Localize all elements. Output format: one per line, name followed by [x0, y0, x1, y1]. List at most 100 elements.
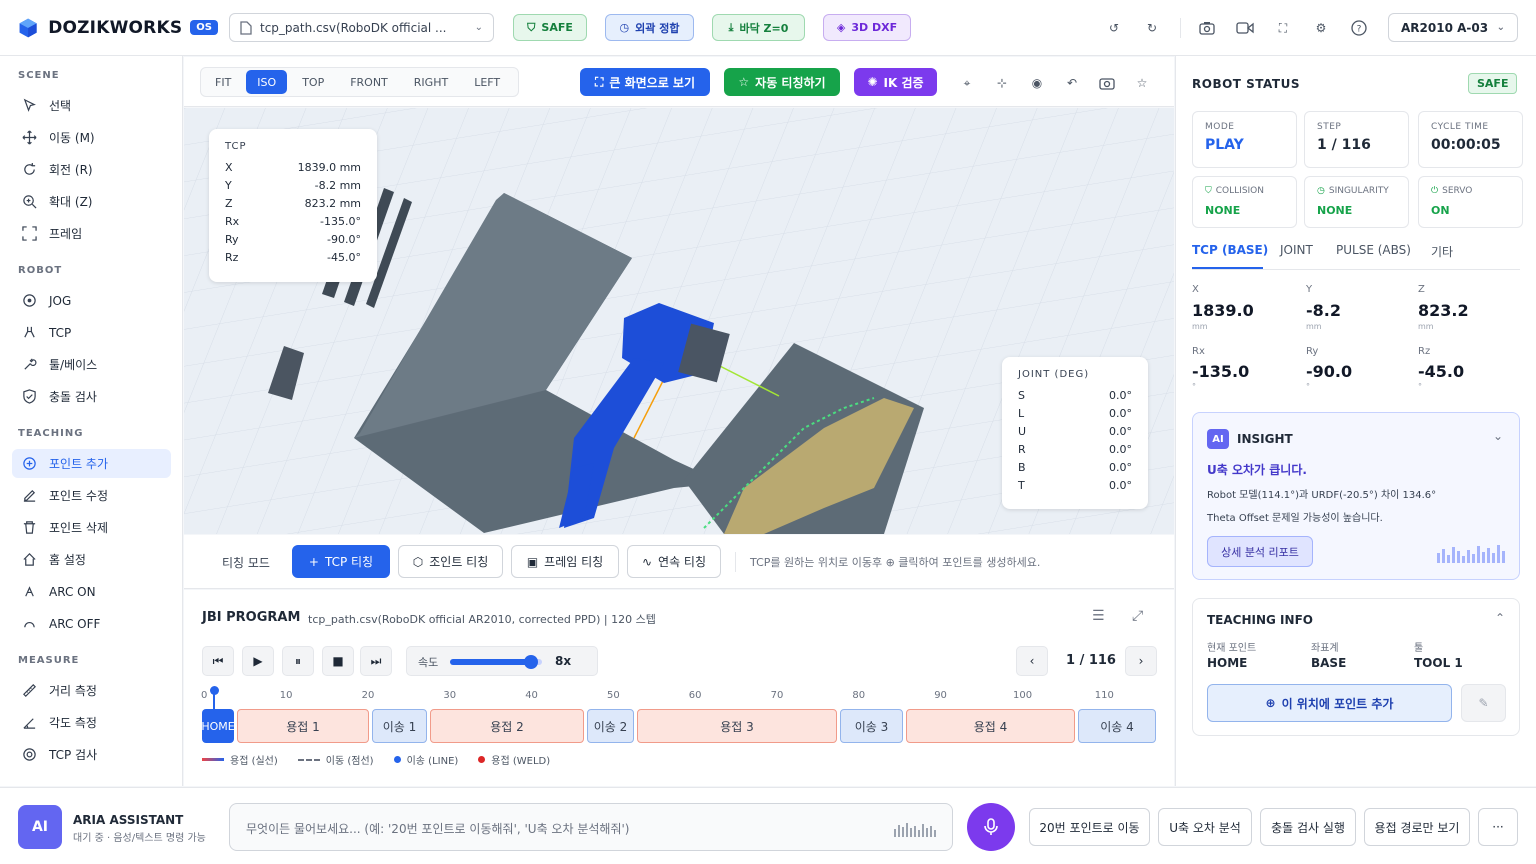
fullscreen-button[interactable]: ⛶ 큰 화면으로 보기	[580, 68, 710, 96]
tab-joint[interactable]: JOINT	[1280, 243, 1313, 257]
continuous-teach-button[interactable]: ∿ 연속 티칭	[627, 545, 721, 578]
chevron-up-icon[interactable]: ⌃	[1495, 611, 1505, 625]
tab-iso[interactable]: ISO	[246, 70, 288, 94]
segment-weld-4[interactable]: 용접 4	[906, 709, 1075, 743]
sidebar-item-arc-on[interactable]: ARC ON	[12, 577, 171, 606]
tab-fit[interactable]: FIT	[204, 70, 242, 94]
sidebar-item-home[interactable]: 홈 설정	[12, 545, 171, 574]
undo-icon[interactable]: ↺	[1103, 17, 1125, 39]
tab-tcp-base[interactable]: TCP (BASE)	[1192, 243, 1268, 257]
list-icon[interactable]: ☰	[1092, 608, 1105, 624]
robot-status-title: ROBOT STATUS	[1192, 77, 1300, 91]
segment-move-2[interactable]: 이송 2	[587, 709, 634, 743]
quick-u-axis-analysis[interactable]: U축 오차 분석	[1158, 808, 1252, 846]
expand-icon[interactable]: ⤢	[1132, 608, 1143, 624]
3d-viewport[interactable]: TCP X 1839.0 mm Y -8.2 mm Z 823.2 mm Rx -135…	[184, 108, 1174, 534]
camera-icon[interactable]	[1098, 74, 1116, 92]
sidebar-item-edit-point[interactable]: 포인트 수정	[12, 481, 171, 510]
redo-icon[interactable]: ↻	[1141, 17, 1163, 39]
sidebar-item-arc-off[interactable]: ARC OFF	[12, 609, 171, 638]
frame-teach-button[interactable]: ▣ 프레임 티칭	[511, 545, 619, 578]
segment-weld-3[interactable]: 용접 3	[637, 709, 837, 743]
sidebar-item-jog[interactable]: JOG	[12, 286, 171, 315]
auto-teach-button[interactable]: ☆ 자동 티칭하기	[724, 68, 840, 96]
legend-red-dot	[478, 756, 486, 763]
sidebar-item-distance[interactable]: 거리 측정	[12, 676, 171, 705]
play-button[interactable]: ▶	[242, 646, 274, 676]
tab-right[interactable]: RIGHT	[403, 70, 459, 94]
sidebar-item-select[interactable]: 선택	[12, 91, 171, 120]
undo-view-icon[interactable]: ↶	[1063, 74, 1081, 92]
tab-other[interactable]: 기타	[1431, 243, 1453, 260]
tab-top[interactable]: TOP	[291, 70, 335, 94]
robot-select[interactable]: AR2010 A-03 ⌄	[1388, 13, 1518, 42]
stop-button[interactable]: ■	[322, 646, 354, 676]
segment-move-1[interactable]: 이송 1	[372, 709, 427, 743]
segment-home[interactable]: HOME	[201, 709, 235, 743]
ik-verify-button[interactable]: ✺ IK 검증	[854, 68, 937, 96]
locate-icon[interactable]: ⊹	[993, 74, 1011, 92]
prev-step-button[interactable]: ‹	[1016, 646, 1048, 676]
expand-icon[interactable]: ⛶	[1272, 17, 1294, 39]
quick-goto-point-20[interactable]: 20번 포인트로 이동	[1029, 808, 1150, 846]
sidebar-item-frame[interactable]: 프레임	[12, 219, 171, 248]
clock-icon: ◷	[619, 21, 630, 34]
outline-align-pill[interactable]: ◷ 외곽 정합	[605, 14, 694, 41]
segment-move-4[interactable]: 이송 4	[1078, 709, 1156, 743]
sidebar-item-move[interactable]: 이동 (M)	[12, 123, 171, 152]
coord-rz: -45.0	[1418, 362, 1465, 381]
chevron-down-icon[interactable]: ⌄	[1493, 429, 1503, 443]
more-button[interactable]: ···	[1478, 808, 1518, 846]
shield-icon: ⛉	[1205, 186, 1212, 196]
step-forward-button[interactable]: ⏭	[360, 646, 392, 676]
teach-mode-label: 티칭 모드	[222, 556, 270, 570]
sidebar-item-collision[interactable]: 충돌 검사	[12, 382, 171, 411]
speed-slider-fill	[450, 659, 531, 665]
sidebar-item-add-point[interactable]: 포인트 추가	[12, 449, 171, 478]
tab-left[interactable]: LEFT	[463, 70, 511, 94]
joint-row: L 0.0°	[1018, 406, 1132, 420]
next-step-button[interactable]: ›	[1125, 646, 1157, 676]
tcp-teach-button[interactable]: + TCP 티칭	[292, 545, 390, 578]
microphone-button[interactable]	[967, 803, 1015, 851]
sidebar-item-tcp-check[interactable]: TCP 검사	[12, 740, 171, 769]
tab-pulse-abs[interactable]: PULSE (ABS)	[1336, 243, 1411, 257]
quick-collision-check[interactable]: 충돌 검사 실행	[1260, 808, 1356, 846]
sidebar-item-delete-point[interactable]: 포인트 삭제	[12, 513, 171, 542]
sidebar-item-tcp[interactable]: TCP	[12, 318, 171, 347]
eye-icon[interactable]: ◉	[1028, 74, 1046, 92]
segment-weld-2[interactable]: 용접 2	[430, 709, 584, 743]
assistant-input[interactable]: 무엇이든 물어보세요... (예: '20번 포인트로 이동해줘', 'U축 오…	[229, 803, 953, 851]
speed-slider[interactable]	[450, 655, 542, 669]
safe-pill[interactable]: ⛉ SAFE	[513, 14, 587, 41]
gear-icon[interactable]: ⚙	[1310, 17, 1332, 39]
sidebar-item-zoom[interactable]: 확대 (Z)	[12, 187, 171, 216]
file-select[interactable]: tcp_path.csv(RoboDK official ... ⌄	[229, 13, 494, 42]
dxf-pill[interactable]: ◈ 3D DXF	[823, 14, 911, 41]
segment-weld-1[interactable]: 용접 1	[237, 709, 369, 743]
star-icon[interactable]: ☆	[1133, 74, 1151, 92]
edit-point-button[interactable]: ✎	[1461, 684, 1506, 722]
skip-start-button[interactable]: ⏮	[202, 646, 234, 676]
crosshair-icon[interactable]: ⌖	[958, 74, 976, 92]
sidebar-item-angle[interactable]: 각도 측정	[12, 708, 171, 737]
sidebar-item-tool-base[interactable]: 툴/베이스	[12, 350, 171, 379]
legend-solid-line	[202, 758, 224, 761]
tab-front[interactable]: FRONT	[339, 70, 399, 94]
timeline-tick: 0	[201, 690, 208, 701]
quick-weld-path-only[interactable]: 용접 경로만 보기	[1364, 808, 1470, 846]
assistant-status: 대기 중 · 음성/텍스트 명령 가능	[73, 833, 206, 844]
add-point-here-button[interactable]: ⊕ 이 위치에 포인트 추가	[1207, 684, 1452, 722]
camera-icon[interactable]	[1196, 17, 1218, 39]
help-icon[interactable]: ?	[1348, 17, 1370, 39]
coord-y: -8.2	[1306, 301, 1341, 320]
floor-z-pill[interactable]: ⤓ 바닥 Z=0	[712, 14, 805, 41]
joint-teach-button[interactable]: ⬡ 조인트 티칭	[398, 545, 503, 578]
video-icon[interactable]	[1234, 17, 1256, 39]
segment-move-3[interactable]: 이송 3	[840, 709, 903, 743]
report-button[interactable]: 상세 분석 리포트	[1207, 536, 1313, 567]
sidebar-item-rotate[interactable]: 회전 (R)	[12, 155, 171, 184]
speed-slider-knob[interactable]	[523, 655, 538, 669]
pause-button[interactable]: ⏸	[282, 646, 314, 676]
plus-circle-icon: ⊕	[1265, 696, 1276, 710]
